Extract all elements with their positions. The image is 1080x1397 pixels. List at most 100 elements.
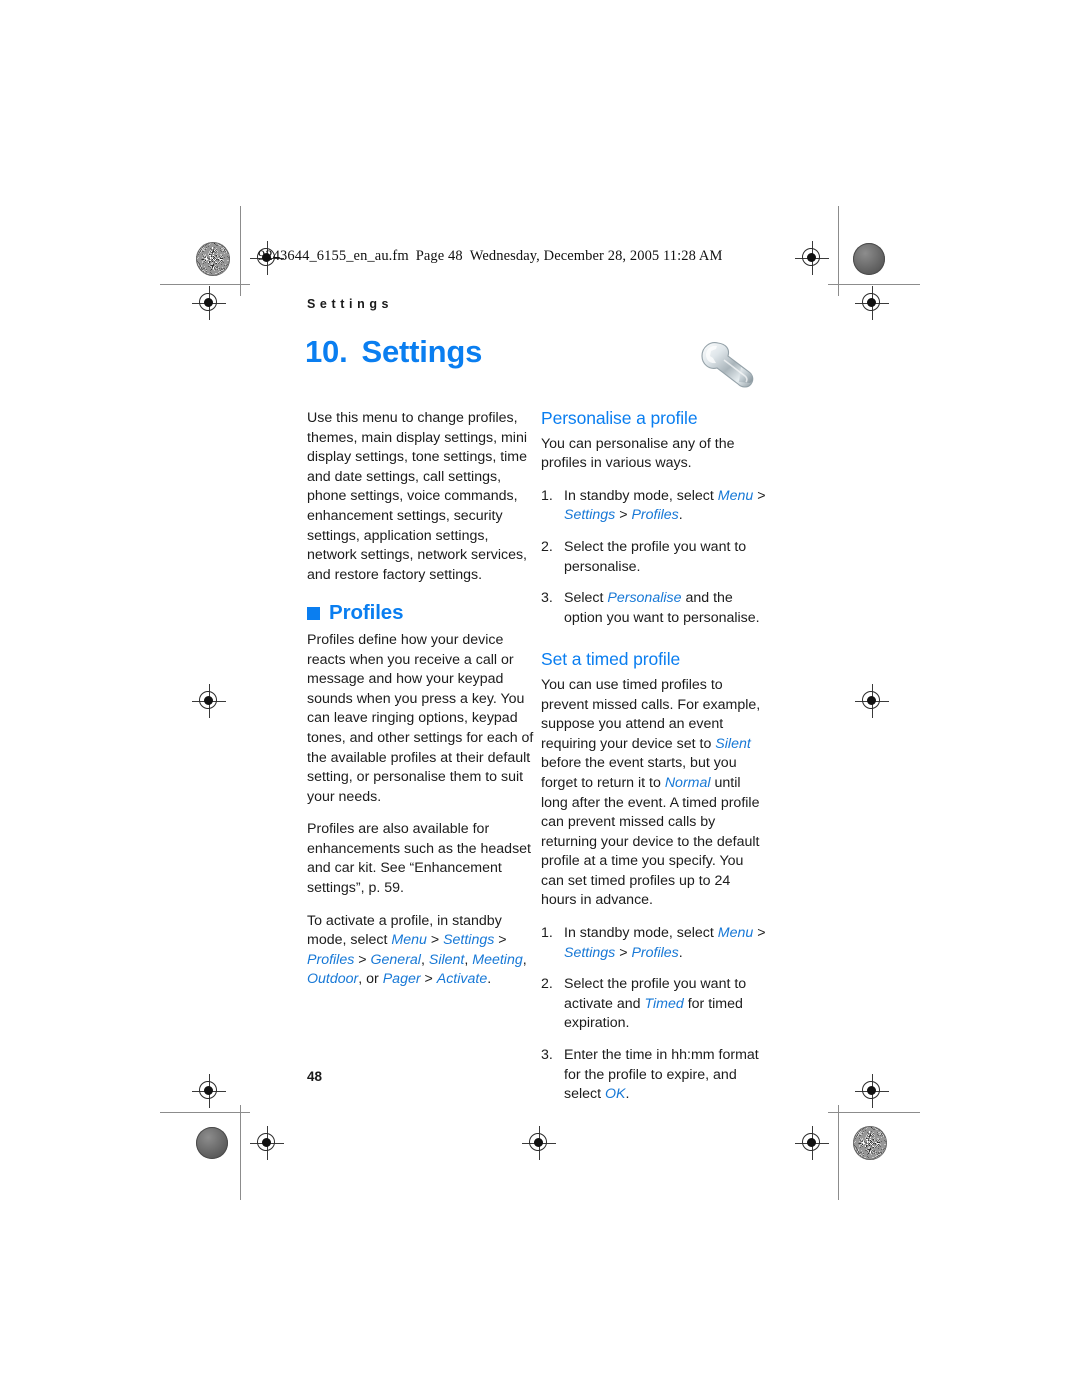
list-item-text: In standby mode, select Menu > Settings … [564,925,766,961]
registration-crosshair-bottom-left-outer [192,1074,226,1108]
text-run: > [753,925,766,942]
crop-line-top-left-horizontal [160,284,250,285]
list-item: 1. In standby mode, select Menu > Setting… [541,924,769,963]
list-item-number: 1. [541,487,553,504]
list-item-text: Enter the time in hh:mm format for the p… [564,1047,759,1102]
registration-crosshair-bottom-right-outer [855,1074,889,1108]
text-run: Select the profile you want to personali… [564,538,747,575]
personalise-steps-list: 1. In standby mode, select Menu > Setting… [541,487,769,629]
text-run: > [615,944,632,961]
crop-line-left-vertical [240,206,241,296]
subheading-personalise-a-profile: Personalise a profile [541,408,698,428]
list-item-text: In standby mode, select Menu > Settings … [564,488,766,524]
ui-term: Normal [664,774,711,791]
timed-steps-list: 1. In standby mode, select Menu > Setting… [541,924,769,1105]
text-run: Select [564,590,608,607]
ui-term: Menu [717,925,754,942]
text-run: . [678,944,683,961]
ui-term: Silent [715,735,751,752]
crop-line-right-vertical [838,206,839,296]
ui-term: Settings [564,507,616,524]
path-separator: > [354,951,371,968]
chapter-title-text: Settings [361,334,483,369]
square-bullet-icon [307,606,320,620]
menu-path-activate: Activate [436,971,488,988]
text-run: In standby mode, select [564,925,718,942]
menu-path-menu: Menu [391,932,427,949]
ui-term: Timed [644,995,684,1012]
density-patch-top-right [853,243,885,275]
sentence-period: . [487,971,492,988]
crop-line-bottom-left-horizontal [160,1112,250,1113]
registration-crosshair-middle-left [192,684,226,718]
list-item-number: 1. [541,925,553,942]
wrench-icon [697,336,759,392]
header-page-label: Page 48 [415,248,463,264]
left-column: Use this menu to change profiles, themes… [307,409,535,1003]
page-title: 10. Settings [305,334,482,370]
ui-term: Personalise [607,590,682,607]
text-run: until long after the event. A timed prof… [541,774,760,909]
menu-path-profiles: Profiles [307,951,355,968]
registration-crosshair-bottom-center [522,1126,556,1160]
intro-paragraph: Use this menu to change profiles, themes… [307,410,528,583]
registration-crosshair-middle-right [855,684,889,718]
path-separator: > [420,971,437,988]
list-or: , or [358,971,383,988]
personalise-intro: You can personalise any of the profiles … [541,435,735,472]
registration-starburst-top-left [196,242,230,276]
list-item-number: 3. [541,1047,553,1064]
menu-path-settings: Settings [443,932,495,949]
list-item-text: Select Personalise and the option you wa… [564,590,760,626]
list-item: 2. Select the profile you want to activat… [541,975,769,1034]
list-item-number: 3. [541,590,553,607]
ui-term: Profiles [631,944,679,961]
ui-term: Menu [717,487,754,504]
profile-option-meeting: Meeting [472,951,523,968]
timed-intro: You can use timed profiles to prevent mi… [541,676,769,911]
ui-term: Settings [564,944,616,961]
list-item-number: 2. [541,538,553,555]
registration-crosshair-top-left-outer [192,286,226,320]
density-patch-bottom-left [196,1127,228,1159]
right-column: Personalise a profile You can personalis… [541,408,769,1117]
page-number: 48 [307,1069,323,1084]
list-item: 3. Enter the time in hh:mm format for the… [541,1046,769,1105]
framemaker-header: 9243644_6155_en_au.fm Page 48 Wednesday, D… [258,248,722,265]
path-separator: > [426,932,444,949]
chapter-number: 10. [305,334,348,369]
list-item-number: 2. [541,976,553,993]
list-comma: , [522,951,527,968]
registration-crosshair-bottom-right-inner [795,1126,829,1160]
registration-crosshair-top-right-inner [795,241,829,275]
text-run: . [678,507,683,524]
path-separator: > [494,932,507,949]
header-filename: 9243644_6155_en_au.fm [258,248,409,264]
profile-option-general: General [370,951,421,968]
section-heading-profiles: Profiles [307,603,535,623]
list-item: 3. Select Personalise and the option you … [541,589,769,628]
registration-crosshair-bottom-left-inner [250,1126,284,1160]
registration-starburst-bottom-right [853,1126,887,1160]
profile-option-pager: Pager [382,971,421,988]
crop-line-bottom-right-horizontal [828,1112,920,1113]
ui-term: Profiles [631,507,679,524]
registration-crosshair-top-right-outer [855,286,889,320]
crop-line-top-right-horizontal [828,284,920,285]
crop-line-left-vertical-lower [240,1105,241,1200]
profile-option-outdoor: Outdoor [307,971,359,988]
ui-term: OK [605,1086,626,1103]
list-item-text: Select the profile you want to personali… [564,539,746,575]
list-item-text: Select the profile you want to activate … [564,976,746,1031]
crop-line-right-vertical-lower [838,1105,839,1200]
list-item: 2. Select the profile you want to persona… [541,538,769,577]
list-item: 1. In standby mode, select Menu > Setting… [541,487,769,526]
text-run: > [753,487,766,504]
header-timestamp: Wednesday, December 28, 2005 11:28 AM [469,248,723,264]
profiles-activate-paragraph: To activate a profile, in standby mode, … [307,912,535,990]
text-run: > [615,507,632,524]
profiles-paragraph-2: Profiles are also available for enhancem… [307,821,532,897]
text-run: . [625,1086,630,1103]
text-run: In standby mode, select [564,487,718,504]
text-run: Enter the time in hh:mm format for the p… [564,1047,759,1103]
